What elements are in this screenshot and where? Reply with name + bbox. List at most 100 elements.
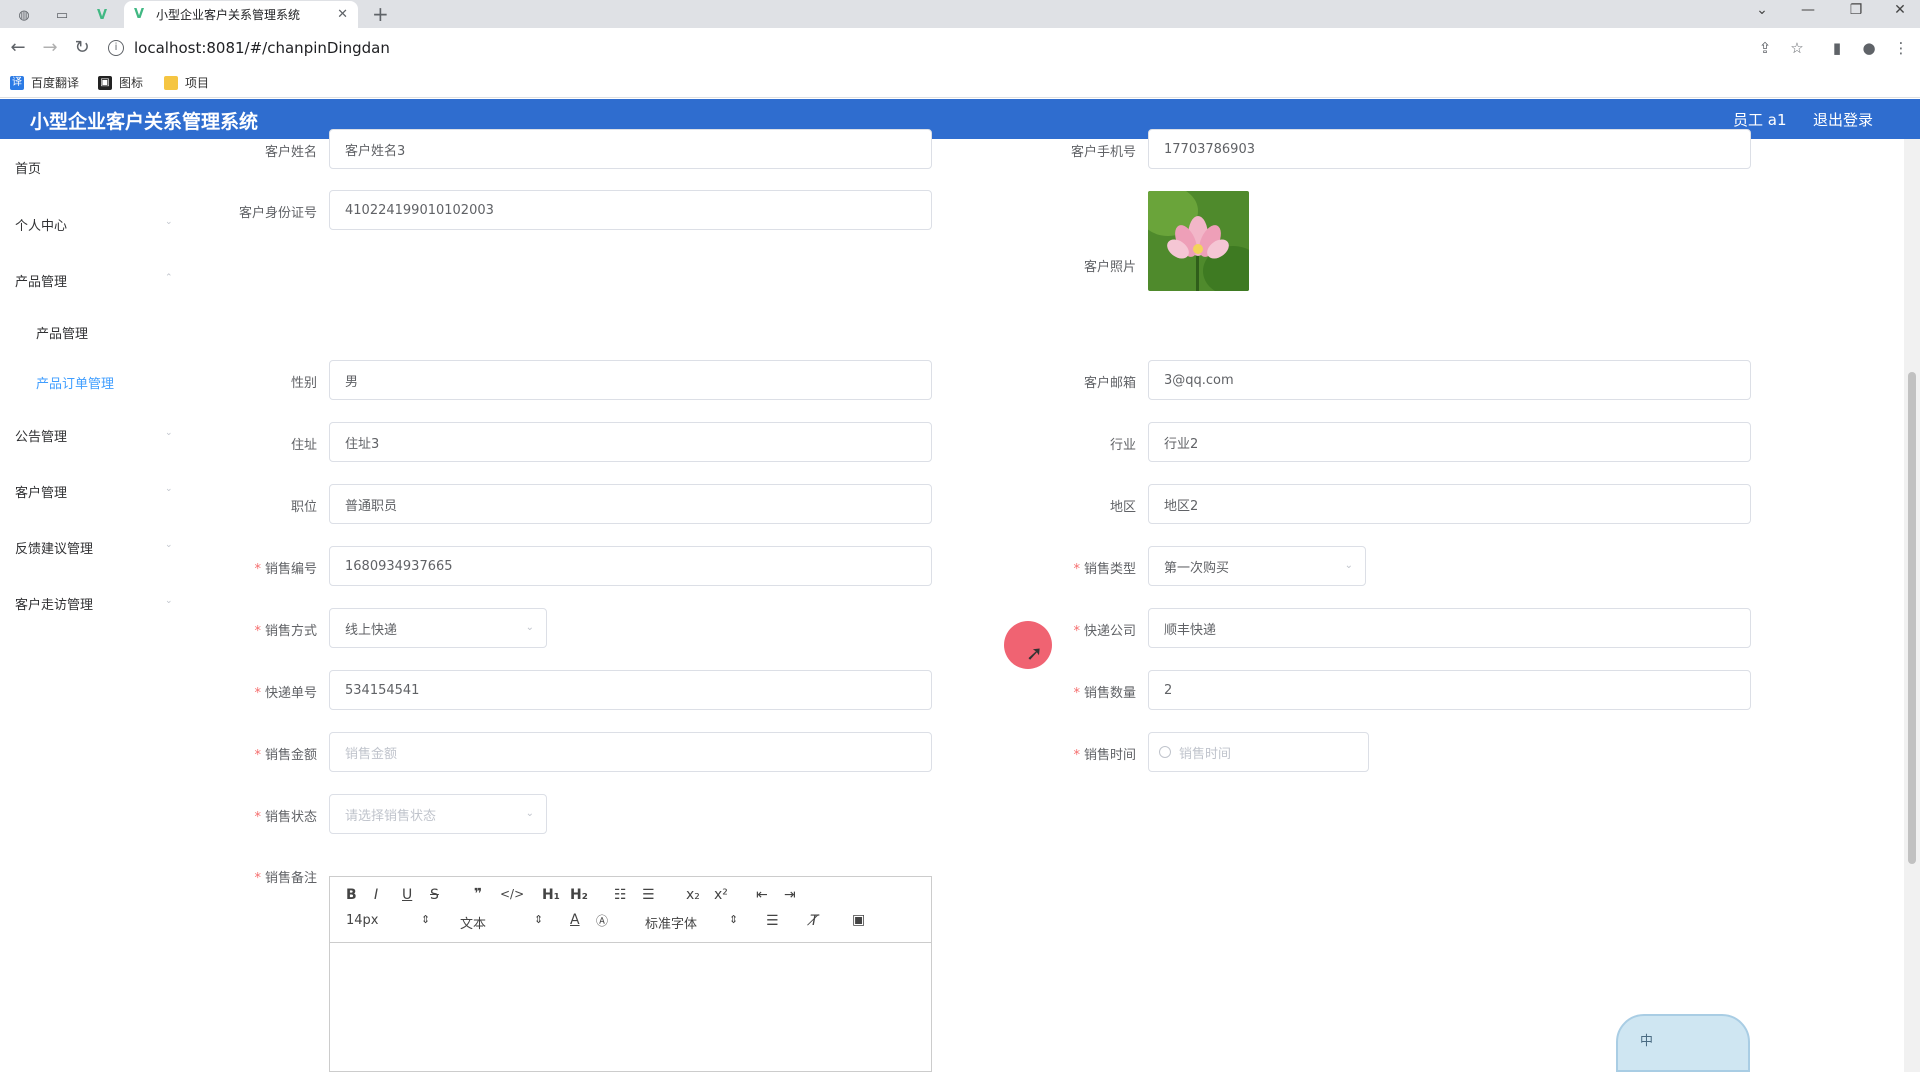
chevron-down-icon: ⌄: [525, 622, 534, 633]
required-mark: *: [1073, 562, 1080, 577]
side-panel-icon[interactable]: ▮: [1827, 38, 1847, 58]
bold-icon[interactable]: B: [346, 887, 357, 903]
bookmarks-bar: 译 百度翻译 ▣ 图标 项目: [0, 68, 1920, 98]
customer-id-input[interactable]: 410224199010102003: [329, 190, 932, 230]
insert-image-icon[interactable]: ▣: [852, 912, 865, 928]
sale-time-label-text: 销售时间: [1083, 748, 1136, 763]
address-bar[interactable]: i localhost:8081/#/chanpinDingdan: [108, 33, 1768, 63]
active-tab[interactable]: V 小型企业客户关系管理系统 ✕: [124, 1, 358, 28]
align-icon[interactable]: ☰: [766, 913, 779, 929]
sidebar: 首页 个人中心 ⌄ 产品管理 ⌃ 产品管理 产品订单管理 公告管理 ⌄ 客户管理…: [0, 139, 178, 1072]
share-icon[interactable]: ⇪: [1755, 38, 1775, 58]
gender-input[interactable]: 男: [329, 360, 932, 400]
subscript-icon[interactable]: x₂: [686, 887, 700, 903]
minimize-icon[interactable]: —: [1788, 2, 1828, 18]
ime-floating-widget[interactable]: 中: [1616, 1014, 1750, 1072]
site-info-icon[interactable]: i: [108, 40, 124, 56]
industry-input[interactable]: 行业2: [1148, 422, 1751, 462]
position-input[interactable]: 普通职员: [329, 484, 932, 524]
new-tab-icon[interactable]: +: [372, 2, 389, 26]
superscript-icon[interactable]: x²: [714, 887, 728, 903]
sale-qty-input[interactable]: 2: [1148, 670, 1751, 710]
bookmark-star-icon[interactable]: ☆: [1787, 38, 1807, 58]
folder-icon: [164, 75, 178, 90]
bookmark-project-folder[interactable]: 项目: [164, 74, 209, 91]
editor-toolbar: B I U S ❞ </> H₁ H₂ ☷ ☰ x₂ x² ⇤ ⇥ 14px ⇕…: [330, 877, 931, 943]
sale-type-select[interactable]: 第一次购买 ⌄: [1148, 546, 1366, 586]
clear-format-icon[interactable]: T̸: [810, 913, 819, 929]
close-tab-icon[interactable]: ✕: [337, 7, 348, 22]
heading-1-icon[interactable]: H₁: [542, 887, 560, 903]
bookmark-baidu-translate[interactable]: 译 百度翻译: [10, 74, 79, 91]
sidebar-item-personal-center[interactable]: 个人中心: [15, 215, 67, 234]
sale-amount-input[interactable]: 销售金额: [329, 732, 932, 772]
restore-icon[interactable]: ❐: [1836, 2, 1876, 18]
tab-title: 小型企业客户关系管理系统: [156, 8, 301, 22]
heading-2-icon[interactable]: H₂: [570, 887, 588, 903]
sale-status-label: * 销售状态: [177, 806, 317, 825]
reload-icon[interactable]: ↻: [70, 36, 94, 60]
tab-search-icon[interactable]: ⌄: [1742, 2, 1782, 18]
required-mark: *: [254, 871, 261, 886]
indent-icon[interactable]: ⇥: [784, 887, 796, 903]
italic-icon[interactable]: I: [374, 887, 378, 903]
bullet-list-icon[interactable]: ☰: [642, 887, 655, 903]
text-style-select[interactable]: 文本: [460, 913, 486, 932]
text-style-arrows-icon[interactable]: ⇕: [534, 913, 543, 926]
font-size-arrows-icon[interactable]: ⇕: [421, 913, 430, 926]
code-block-icon[interactable]: </>: [500, 887, 524, 901]
sidebar-item-product-management[interactable]: 产品管理: [15, 271, 67, 290]
email-input[interactable]: 3@qq.com: [1148, 360, 1751, 400]
strikethrough-icon[interactable]: S: [430, 887, 439, 903]
tracking-no-input[interactable]: 534154541: [329, 670, 932, 710]
font-color-icon[interactable]: A: [570, 912, 580, 928]
font-family-select[interactable]: 标准字体: [645, 913, 697, 932]
editor-content-area[interactable]: [330, 943, 931, 1071]
sale-no-input[interactable]: 1680934937665: [329, 546, 932, 586]
font-size-select[interactable]: 14px: [346, 913, 379, 928]
customer-name-input[interactable]: 客户姓名3: [329, 129, 932, 169]
back-icon[interactable]: ←: [6, 36, 30, 60]
region-input[interactable]: 地区2: [1148, 484, 1751, 524]
sale-time-picker[interactable]: 销售时间: [1148, 732, 1369, 772]
background-color-icon[interactable]: Ⓐ: [596, 912, 608, 929]
customer-photo[interactable]: [1148, 191, 1249, 291]
profile-icon[interactable]: ●: [1859, 38, 1879, 58]
blank-tab-icon[interactable]: ▭: [48, 4, 76, 26]
region-label: 地区: [1109, 500, 1136, 515]
sidebar-subitem-product-orders[interactable]: 产品订单管理: [36, 373, 114, 392]
outdent-icon[interactable]: ⇤: [756, 887, 768, 903]
page-scrollbar-thumb[interactable]: [1908, 372, 1916, 864]
sidebar-item-customers[interactable]: 客户管理: [15, 482, 67, 501]
sale-remark-label-text: 销售备注: [264, 871, 317, 886]
courier-input[interactable]: 顺丰快递: [1148, 608, 1751, 648]
sidebar-subitem-product-management[interactable]: 产品管理: [36, 323, 88, 342]
required-mark: *: [254, 624, 261, 639]
blockquote-icon[interactable]: ❞: [474, 886, 482, 902]
sale-type-value: 第一次购买: [1164, 560, 1230, 576]
sidebar-item-visits[interactable]: 客户走访管理: [15, 594, 93, 613]
address-input[interactable]: 住址3: [329, 422, 932, 462]
tracking-no-label-text: 快递单号: [264, 686, 317, 701]
forward-icon[interactable]: →: [38, 36, 62, 60]
app-title: 小型企业客户关系管理系统: [30, 111, 259, 133]
customer-phone-input[interactable]: 17703786903: [1148, 129, 1751, 169]
font-family-arrows-icon[interactable]: ⇕: [729, 913, 738, 926]
globe-icon[interactable]: ◍: [10, 4, 38, 26]
underline-icon[interactable]: U: [402, 887, 412, 903]
sale-qty-label: * 销售数量: [996, 682, 1136, 701]
sidebar-item-home[interactable]: 首页: [15, 158, 41, 177]
ordered-list-icon[interactable]: ☷: [614, 887, 627, 903]
chevron-up-icon: ⌃: [165, 273, 173, 283]
more-menu-icon[interactable]: ⋮: [1891, 38, 1911, 58]
bookmark-icons[interactable]: ▣ 图标: [98, 74, 143, 91]
sale-status-select[interactable]: 请选择销售状态 ⌄: [329, 794, 547, 834]
sidebar-item-announcements[interactable]: 公告管理: [15, 426, 67, 445]
logout-link[interactable]: 退出登录: [1813, 109, 1873, 130]
mouse-cursor-icon: ➚: [1026, 641, 1043, 665]
close-window-icon[interactable]: ✕: [1880, 2, 1920, 18]
sidebar-item-feedback[interactable]: 反馈建议管理: [15, 538, 93, 557]
bookmark-label: 图标: [119, 76, 144, 90]
vue-tab-icon[interactable]: V: [88, 4, 116, 26]
sale-method-select[interactable]: 线上快递 ⌄: [329, 608, 547, 648]
